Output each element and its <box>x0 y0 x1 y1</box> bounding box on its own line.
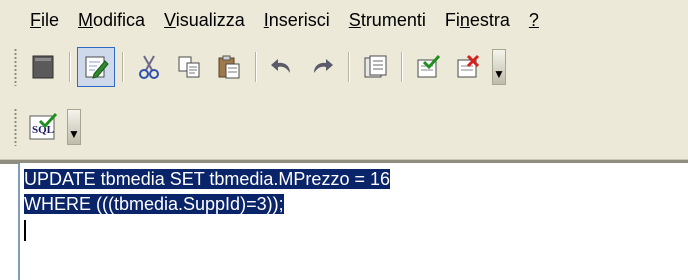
sql-line-1-text: UPDATE tbmedia SET tbmedia.MPrezzo = 16 <box>24 169 390 189</box>
menu-modifica[interactable]: Modifica <box>71 10 157 31</box>
toolbar-grip[interactable] <box>14 108 17 146</box>
chevron-down-icon: ▼ <box>68 127 80 141</box>
editor-border <box>18 163 20 280</box>
undo-button[interactable] <box>263 47 301 87</box>
chevron-down-icon: ▼ <box>493 67 505 81</box>
toolbar-separator <box>255 52 256 82</box>
menu-modifica-label: odifica <box>93 9 146 30</box>
sql-toolbar: SQL ▼ <box>14 103 81 151</box>
copy-button[interactable] <box>170 47 208 87</box>
query-properties-icon <box>362 54 388 80</box>
toolbar-grip[interactable] <box>14 48 17 86</box>
query-properties-button[interactable] <box>356 47 394 87</box>
toolbar-separator <box>348 52 349 82</box>
menu-file-mnemonic: F <box>30 9 41 30</box>
menu-inserisci[interactable]: Inserisci <box>257 10 342 31</box>
menu-inserisci-label: nserisci <box>268 9 330 30</box>
undo-icon <box>269 54 295 80</box>
delete-icon <box>455 54 481 80</box>
menu-visualizza-label: isualizza <box>175 9 245 30</box>
copy-icon <box>176 54 202 80</box>
sql-line-1[interactable]: UPDATE tbmedia SET tbmedia.MPrezzo = 16 <box>24 168 390 190</box>
sql-run-button[interactable]: SQL <box>24 107 62 147</box>
menu-file-label: ile <box>41 9 60 30</box>
menu-file[interactable]: File <box>0 10 71 31</box>
cut-button[interactable] <box>130 47 168 87</box>
menu-finestra-label: estra <box>469 9 510 30</box>
view-icon <box>30 54 56 80</box>
application-chrome: File Modifica Visualizza Inserisci Strum… <box>0 0 688 161</box>
toolbar-separator <box>69 52 70 82</box>
sql-run-icon: SQL <box>28 112 58 142</box>
menu-strumenti-mnemonic: S <box>348 9 361 30</box>
toolbar-separator <box>122 52 123 82</box>
delete-button[interactable] <box>449 47 487 87</box>
menu-visualizza-mnemonic: V <box>164 9 176 30</box>
redo-button[interactable] <box>303 47 341 87</box>
menu-finestra[interactable]: Finestra <box>438 10 522 31</box>
toolbar-separator <box>401 52 402 82</box>
toolbar-overflow-chevron[interactable]: ▼ <box>492 49 506 85</box>
paste-icon <box>216 54 242 80</box>
menu-strumenti-label: trumenti <box>360 9 426 30</box>
menu-bar: File Modifica Visualizza Inserisci Strum… <box>0 0 688 40</box>
menu-finestra-mnemonic: n <box>459 9 470 30</box>
menu-help[interactable]: ? <box>522 10 551 31</box>
menu-help-mnemonic: ? <box>528 9 539 30</box>
redo-icon <box>309 54 335 80</box>
menu-modifica-mnemonic: M <box>78 9 94 30</box>
menu-strumenti[interactable]: Strumenti <box>342 10 438 31</box>
design-icon <box>83 54 109 80</box>
check-button[interactable] <box>409 47 447 87</box>
sql-line-2[interactable]: WHERE (((tbmedia.SuppId)=3)); <box>24 193 284 215</box>
menu-finestra-prefix: Fi <box>444 9 460 30</box>
sql-line-2-text: WHERE (((tbmedia.SuppId)=3)); <box>24 194 284 214</box>
paste-button[interactable] <box>210 47 248 87</box>
main-toolbar: ▼ <box>14 43 506 91</box>
design-button[interactable] <box>77 47 115 87</box>
cut-icon <box>136 54 162 80</box>
menu-visualizza[interactable]: Visualizza <box>157 10 257 31</box>
text-caret <box>24 220 26 241</box>
view-button[interactable] <box>24 47 62 87</box>
toolbar-overflow-chevron[interactable]: ▼ <box>67 109 81 145</box>
check-icon <box>415 54 441 80</box>
